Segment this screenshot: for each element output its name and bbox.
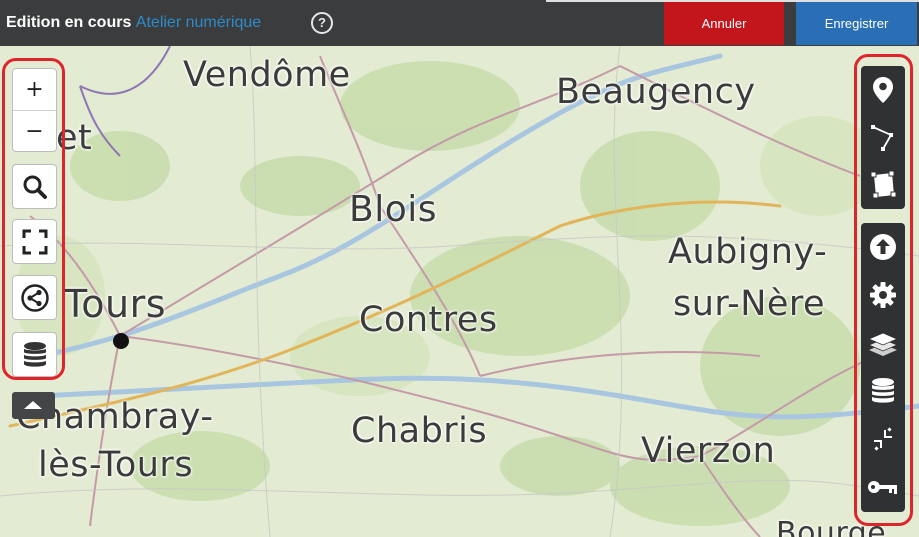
place-label: Chabris	[351, 411, 488, 451]
cancel-button[interactable]: Annuler	[664, 2, 784, 45]
place-label: Vierzon	[641, 431, 776, 471]
save-button[interactable]: Enregistrer	[796, 2, 917, 45]
place-label: Contres	[359, 300, 498, 340]
highlight-frame-right	[854, 54, 913, 526]
top-bar: Edition en cours Atelier numérique ? Ann…	[0, 0, 919, 46]
map-canvas[interactable]: Vendôme Beaugency et Blois Tours Aubigny…	[0, 46, 919, 537]
edit-status: Edition en cours	[6, 14, 132, 31]
place-label: Beaugency	[556, 72, 756, 112]
place-label: Tours	[64, 282, 167, 326]
help-icon[interactable]: ?	[311, 12, 333, 34]
place-label: Blois	[349, 189, 437, 230]
collapse-up-icon[interactable]	[12, 392, 55, 419]
place-label: sur-Nère	[673, 284, 826, 324]
place-label: Vendôme	[183, 55, 351, 95]
city-marker	[113, 333, 129, 349]
place-label: lès-Tours	[38, 445, 194, 485]
highlight-frame-left	[2, 58, 65, 380]
edit-title: Edition en cours Atelier numérique	[6, 14, 261, 32]
place-label: Aubigny-	[668, 232, 828, 272]
map-name-link[interactable]: Atelier numérique	[136, 14, 261, 31]
